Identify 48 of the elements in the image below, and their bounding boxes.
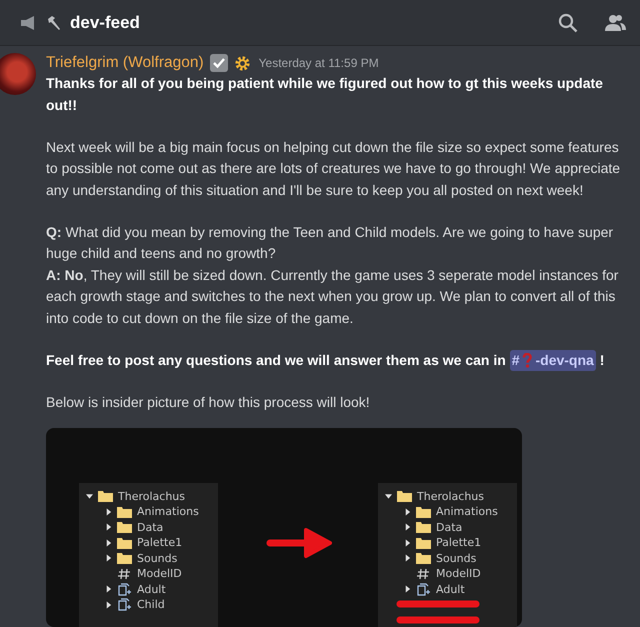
collapsed-arrow-icon[interactable]: [105, 523, 112, 532]
question-mark-icon: [522, 352, 532, 368]
message-text: !: [600, 352, 604, 368]
search-icon[interactable]: [558, 12, 578, 32]
message-text: Q: What did you mean by removing the Teen and Child models. Are we going to have super huge child and teens and no growth?: [46, 222, 614, 263]
message-text: A: No, They will still be sized down. Currently the game uses 3 seperate model instances for each growth stage and switches to the next when you grow up. We plan to convert all of this into code to cut down on the file size of the game.: [46, 266, 620, 328]
checkbox-icon: [210, 54, 228, 72]
channel-name: dev-feed: [70, 12, 140, 32]
folder-icon: [98, 490, 113, 502]
model-file-icon: [117, 582, 132, 596]
collapsed-arrow-icon[interactable]: [105, 538, 112, 547]
folder-icon: [117, 536, 132, 549]
collapsed-arrow-icon[interactable]: [404, 538, 411, 547]
folder-icon: [416, 506, 431, 518]
message-text: Feel free to post any questions and we will answer them as we can in: [46, 352, 506, 368]
collapsed-arrow-icon[interactable]: [105, 508, 112, 516]
folder-icon: [416, 552, 431, 564]
gear-icon: [234, 54, 251, 72]
collapsed-arrow-icon[interactable]: [404, 585, 411, 594]
pointer-arrow-drawing: [266, 526, 332, 558]
collapsed-arrow-icon[interactable]: [105, 554, 112, 562]
folder-icon: [117, 552, 132, 564]
attached-screenshot[interactable]: Therolachus Animations Data Palette1 Sounds ModelID Adult Child Therolachus Animations Data Palette1 Sounds ModelID Adult: [46, 428, 522, 626]
message-text: Thanks for all of you being patient while we figured out how to gt this weeks update out!!: [46, 74, 604, 114]
message-text: Below is insider picture of how this process will look!: [46, 392, 371, 412]
members-icon[interactable]: [604, 14, 626, 32]
collapsed-arrow-icon[interactable]: [404, 554, 411, 562]
model-file-icon: [117, 598, 132, 612]
expand-arrow-icon[interactable]: [86, 492, 93, 500]
hammer-icon: [46, 14, 62, 30]
expand-arrow-icon[interactable]: [385, 492, 392, 500]
collapsed-arrow-icon[interactable]: [404, 523, 411, 532]
hash-icon: [416, 568, 431, 580]
folder-icon: [416, 536, 431, 549]
avatar[interactable]: [0, 53, 36, 95]
folder-icon: [416, 521, 431, 534]
timestamp: Yesterday at 11:59 PM: [258, 56, 379, 70]
message-text: Next week will be a big main focus on helping cut down the file size so expect some features to possible not come out as there are lots of creatures we have to go through! We appreciate any understanding of this situation and I'll be sure to keep you all posted on next week!: [46, 138, 622, 200]
model-file-icon: [416, 582, 431, 596]
collapsed-arrow-icon[interactable]: [404, 508, 411, 516]
folder-icon: [117, 506, 132, 518]
author-name[interactable]: Triefelgrim (Wolfragon): [46, 54, 204, 72]
folder-icon: [397, 490, 412, 502]
hash-icon: [117, 568, 132, 580]
channel-mention[interactable]: # -dev-qna: [510, 350, 596, 371]
collapsed-arrow-icon[interactable]: [105, 585, 112, 594]
folder-icon: [117, 521, 132, 534]
collapsed-arrow-icon[interactable]: [105, 600, 112, 609]
